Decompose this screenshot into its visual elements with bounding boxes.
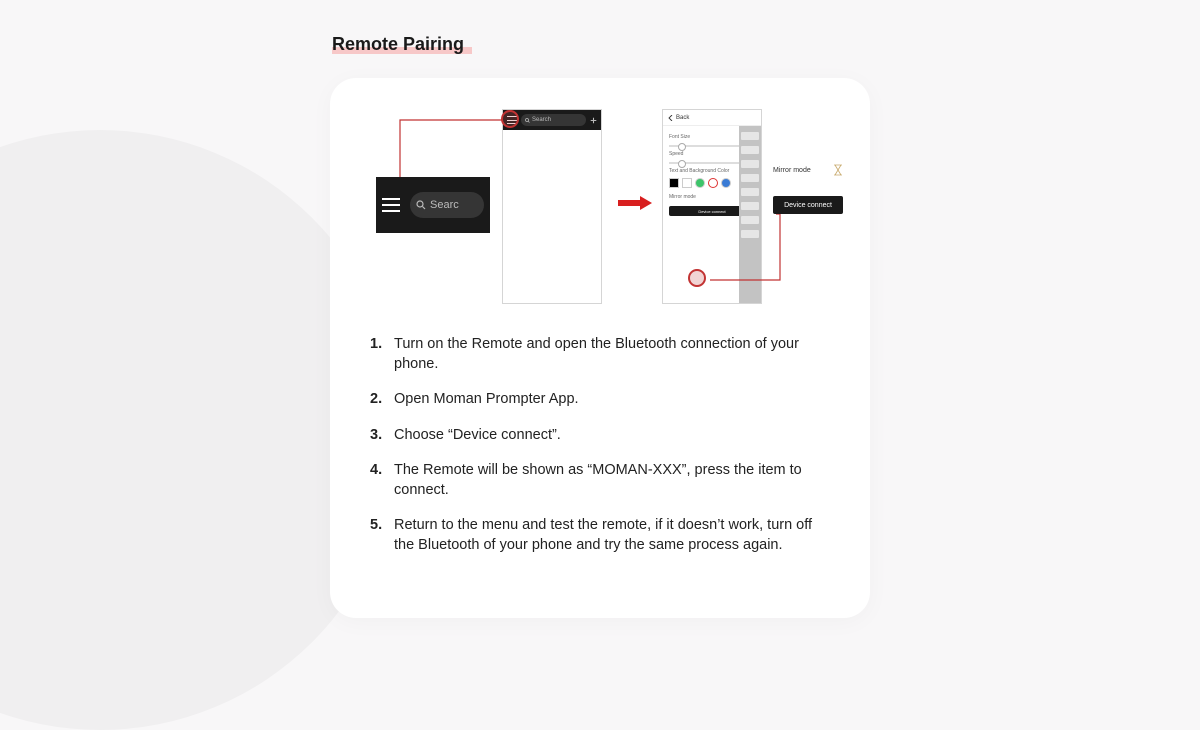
- highlight-ring-icon: [501, 110, 519, 128]
- phone-mock-app-home: Search: [502, 109, 602, 304]
- mirror-mode-row: Mirror mode: [773, 164, 843, 176]
- device-connect-button: Device connect: [773, 196, 843, 214]
- chevron-left-icon: [668, 115, 673, 121]
- page-title: Remote Pairing: [332, 34, 464, 55]
- search-pill: Searc: [410, 192, 484, 218]
- step-number: 3.: [370, 426, 386, 446]
- plus-icon: [590, 117, 597, 124]
- step-text: Return to the menu and test the remote, …: [394, 516, 830, 555]
- hamburger-icon: [382, 198, 400, 212]
- step-number: 1.: [370, 335, 386, 374]
- device-connect-callout: Mirror mode Device connect: [773, 164, 843, 214]
- list-item: 3. Choose “Device connect”.: [370, 426, 830, 446]
- step-text: Choose “Device connect”.: [394, 426, 561, 446]
- search-label: Searc: [430, 199, 459, 211]
- step-text: Open Moman Prompter App.: [394, 390, 579, 410]
- step-text: The Remote will be shown as “MOMAN-XXX”,…: [394, 461, 830, 500]
- mirror-mode-text: Mirror mode: [773, 167, 811, 174]
- connector-line-right: [708, 212, 818, 282]
- step-number: 5.: [370, 516, 386, 555]
- list-item: 2. Open Moman Prompter App.: [370, 390, 830, 410]
- hourglass-icon: [833, 164, 843, 176]
- instruction-card: Searc Search Back Font S: [330, 78, 870, 618]
- step-number: 4.: [370, 461, 386, 500]
- search-icon: [416, 200, 426, 210]
- search-label: Search: [532, 117, 551, 123]
- list-item: 1.Turn on the Remote and open the Blueto…: [370, 335, 830, 374]
- diagram-area: Searc Search Back Font S: [360, 104, 840, 319]
- settings-header: Back: [663, 110, 761, 126]
- highlight-ring-icon: [688, 269, 706, 287]
- hamburger-zoom-callout: Searc: [376, 177, 490, 233]
- step-text: Turn on the Remote and open the Bluetoot…: [394, 335, 830, 374]
- instruction-list: 1.Turn on the Remote and open the Blueto…: [360, 335, 840, 556]
- list-item: 5.Return to the menu and test the remote…: [370, 516, 830, 555]
- step-number: 2.: [370, 390, 386, 410]
- list-item: 4.The Remote will be shown as “MOMAN-XXX…: [370, 461, 830, 500]
- search-icon: [525, 118, 530, 123]
- back-label: Back: [676, 115, 689, 121]
- arrow-right-icon: [618, 196, 652, 210]
- search-pill-small: Search: [521, 114, 586, 126]
